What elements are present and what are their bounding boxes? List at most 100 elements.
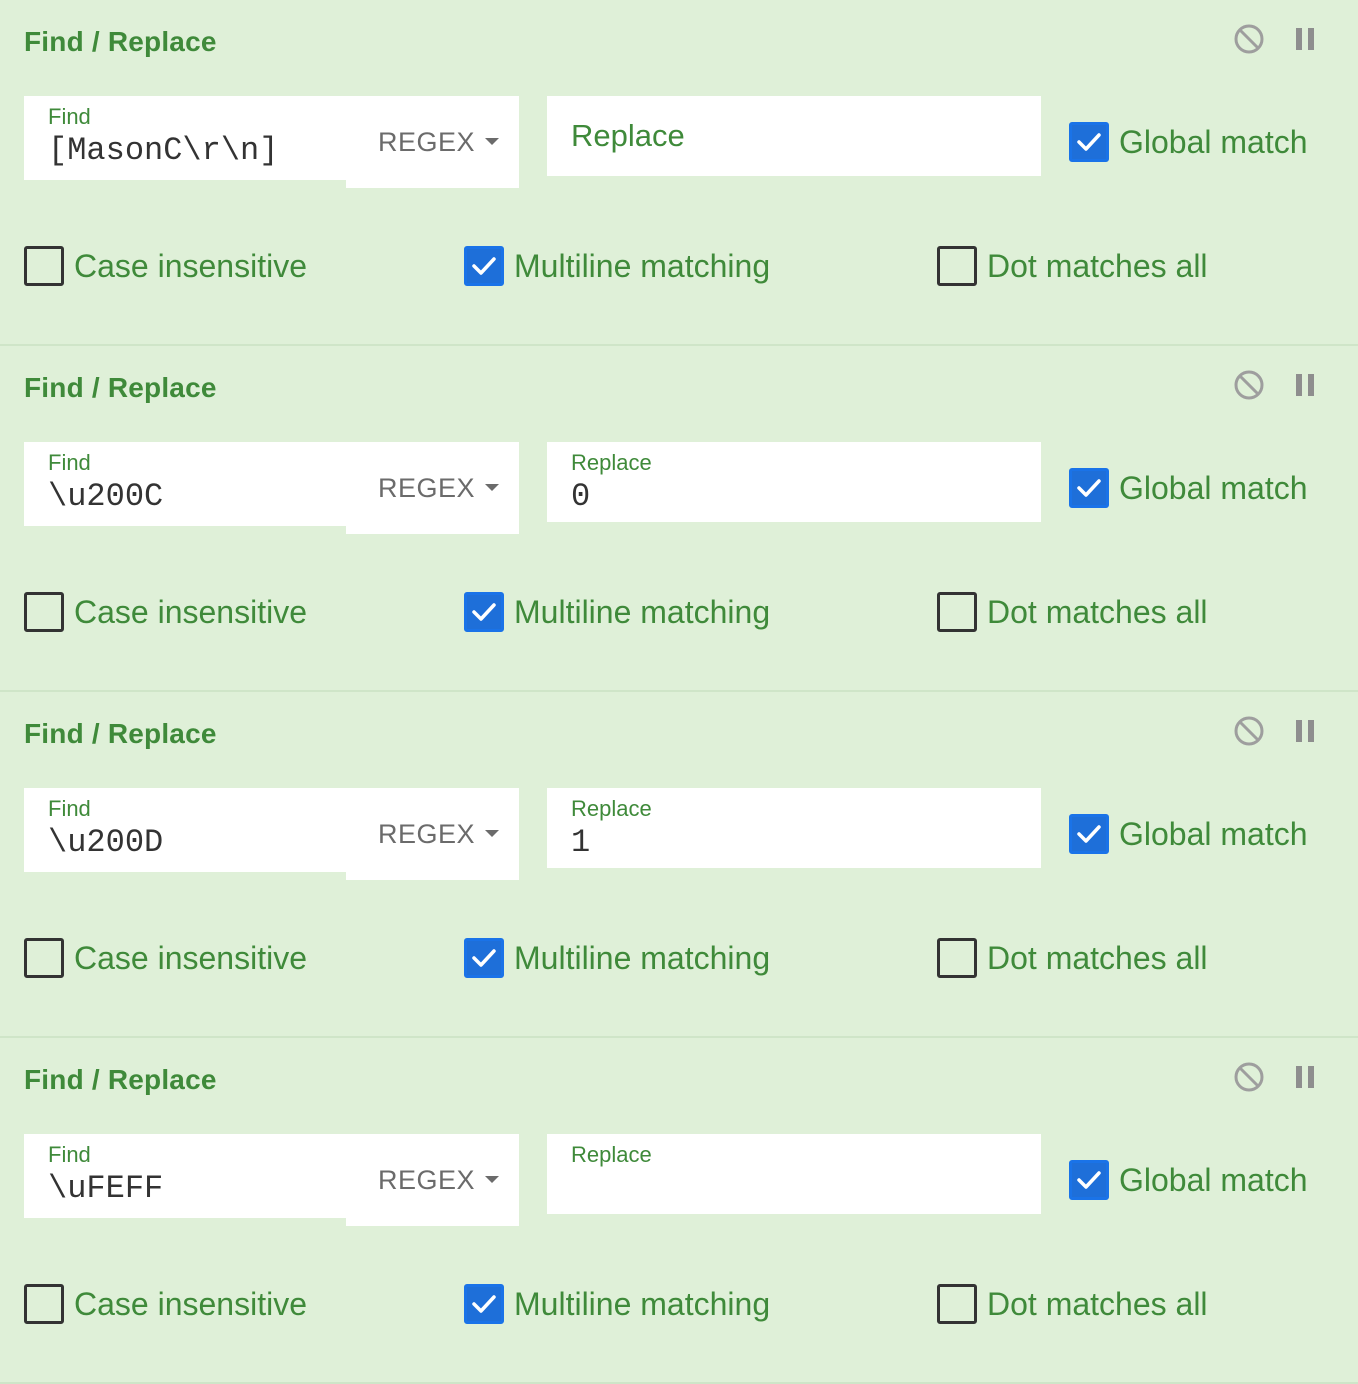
dot-all-checkbox[interactable]: Dot matches all xyxy=(937,1284,1208,1324)
checkmark-icon xyxy=(472,1295,496,1313)
global-match-checkbox[interactable]: Global match xyxy=(1069,468,1308,508)
find-label: Find xyxy=(48,104,91,129)
checkbox-box[interactable] xyxy=(24,246,64,286)
checkmark-icon xyxy=(1077,133,1101,151)
global-match-label: Global match xyxy=(1119,123,1308,160)
case-insensitive-checkbox[interactable]: Case insensitive xyxy=(24,938,307,978)
dot-all-label: Dot matches all xyxy=(987,1285,1208,1322)
checkbox-box[interactable] xyxy=(24,592,64,632)
find-mode-dropdown[interactable]: REGEX xyxy=(346,788,519,880)
global-match-checkbox[interactable]: Global match xyxy=(1069,122,1308,162)
multiline-label: Multiline matching xyxy=(514,593,771,630)
disable-icon[interactable] xyxy=(1232,22,1266,56)
checkbox-box[interactable] xyxy=(464,592,504,632)
find-mode-label: REGEX xyxy=(378,126,476,157)
multiline-label: Multiline matching xyxy=(514,1285,771,1322)
replace-input[interactable]: Replace xyxy=(547,1134,1041,1214)
checkbox-box[interactable] xyxy=(24,938,64,978)
pause-icon[interactable] xyxy=(1288,1060,1322,1094)
dot-all-checkbox[interactable]: Dot matches all xyxy=(937,246,1208,286)
find-value[interactable]: [MasonC\r\n] xyxy=(48,132,278,169)
checkbox-box[interactable] xyxy=(1069,1160,1109,1200)
multiline-checkbox[interactable]: Multiline matching xyxy=(464,938,770,978)
checkbox-box[interactable] xyxy=(937,592,977,632)
find-label: Find xyxy=(48,796,91,821)
checkbox-box[interactable] xyxy=(464,1284,504,1324)
case-insensitive-label: Case insensitive xyxy=(74,1285,307,1322)
checkmark-icon xyxy=(472,949,496,967)
disable-icon[interactable] xyxy=(1232,368,1266,402)
find-mode-dropdown[interactable]: REGEX xyxy=(346,96,519,188)
case-insensitive-checkbox[interactable]: Case insensitive xyxy=(24,592,307,632)
checkbox-box[interactable] xyxy=(1069,122,1109,162)
multiline-label: Multiline matching xyxy=(514,939,771,976)
dot-all-label: Dot matches all xyxy=(987,939,1208,976)
checkbox-box[interactable] xyxy=(464,938,504,978)
recipe-operations-list: Find / Replace Find [MasonC\r\n] REGEX R… xyxy=(0,0,1358,1384)
checkmark-icon xyxy=(472,603,496,621)
operation-title: Find / Replace xyxy=(24,26,217,57)
find-replace-operation: Find / Replace Find [MasonC\r\n] REGEX R… xyxy=(0,0,1358,346)
chevron-down-icon xyxy=(485,1175,500,1183)
operation-controls xyxy=(1232,1060,1322,1094)
operation-controls xyxy=(1232,368,1322,402)
checkbox-box[interactable] xyxy=(464,246,504,286)
find-mode-dropdown[interactable]: REGEX xyxy=(346,442,519,534)
case-insensitive-checkbox[interactable]: Case insensitive xyxy=(24,246,307,286)
find-replace-operation: Find / Replace Find \uFEFF REGEX Replace… xyxy=(0,1038,1358,1384)
case-insensitive-label: Case insensitive xyxy=(74,593,307,630)
replace-input[interactable]: Replace 1 xyxy=(547,788,1041,868)
replace-placeholder: Replace xyxy=(571,118,685,153)
checkbox-box[interactable] xyxy=(937,246,977,286)
checkmark-icon xyxy=(1077,479,1101,497)
checkmark-icon xyxy=(472,257,496,275)
find-value[interactable]: \u200D xyxy=(48,824,163,861)
checkbox-box[interactable] xyxy=(1069,468,1109,508)
multiline-checkbox[interactable]: Multiline matching xyxy=(464,246,770,286)
find-input[interactable]: Find \u200D xyxy=(24,788,346,872)
checkmark-icon xyxy=(1077,825,1101,843)
dot-all-checkbox[interactable]: Dot matches all xyxy=(937,592,1208,632)
find-mode-label: REGEX xyxy=(378,472,476,503)
find-label: Find xyxy=(48,1142,91,1167)
find-input[interactable]: Find \u200C xyxy=(24,442,346,526)
find-input[interactable]: Find \uFEFF xyxy=(24,1134,346,1218)
find-mode-label: REGEX xyxy=(378,818,476,849)
disable-icon[interactable] xyxy=(1232,1060,1266,1094)
checkbox-box[interactable] xyxy=(937,938,977,978)
operation-controls xyxy=(1232,714,1322,748)
find-value[interactable]: \u200C xyxy=(48,478,163,515)
find-mode-dropdown[interactable]: REGEX xyxy=(346,1134,519,1226)
replace-input[interactable]: Replace 0 xyxy=(547,442,1041,522)
case-insensitive-checkbox[interactable]: Case insensitive xyxy=(24,1284,307,1324)
chevron-down-icon xyxy=(485,137,500,145)
replace-value[interactable]: 0 xyxy=(571,478,590,515)
disable-icon[interactable] xyxy=(1232,714,1266,748)
global-match-label: Global match xyxy=(1119,1161,1308,1198)
find-input[interactable]: Find [MasonC\r\n] xyxy=(24,96,346,180)
global-match-checkbox[interactable]: Global match xyxy=(1069,814,1308,854)
find-value[interactable]: \uFEFF xyxy=(48,1170,163,1207)
operation-title: Find / Replace xyxy=(24,718,217,749)
checkbox-box[interactable] xyxy=(1069,814,1109,854)
replace-value[interactable]: 1 xyxy=(571,824,590,861)
multiline-checkbox[interactable]: Multiline matching xyxy=(464,592,770,632)
find-label: Find xyxy=(48,450,91,475)
case-insensitive-label: Case insensitive xyxy=(74,247,307,284)
pause-icon[interactable] xyxy=(1288,714,1322,748)
dot-all-label: Dot matches all xyxy=(987,247,1208,284)
checkbox-box[interactable] xyxy=(24,1284,64,1324)
replace-label: Replace xyxy=(571,1142,652,1167)
case-insensitive-label: Case insensitive xyxy=(74,939,307,976)
global-match-checkbox[interactable]: Global match xyxy=(1069,1160,1308,1200)
chevron-down-icon xyxy=(485,483,500,491)
pause-icon[interactable] xyxy=(1288,368,1322,402)
multiline-checkbox[interactable]: Multiline matching xyxy=(464,1284,770,1324)
operation-controls xyxy=(1232,22,1322,56)
dot-all-checkbox[interactable]: Dot matches all xyxy=(937,938,1208,978)
checkbox-box[interactable] xyxy=(937,1284,977,1324)
pause-icon[interactable] xyxy=(1288,22,1322,56)
replace-label: Replace xyxy=(571,450,652,475)
replace-input[interactable]: Replace xyxy=(547,96,1041,176)
find-replace-operation: Find / Replace Find \u200D REGEX Replace… xyxy=(0,692,1358,1038)
